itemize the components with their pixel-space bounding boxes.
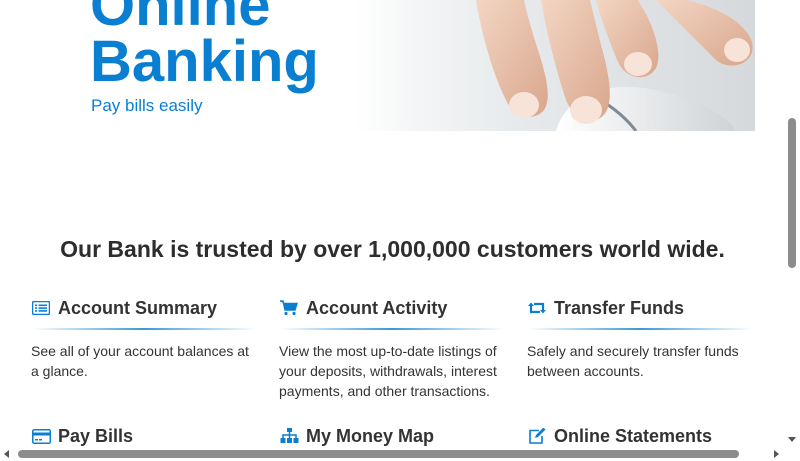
feature-title: Transfer Funds [554, 297, 685, 318]
feature-title: Pay Bills [58, 425, 134, 446]
feature-heading[interactable]: Pay Bills [31, 424, 257, 448]
credit-card-icon [31, 427, 51, 445]
feature-my-money-map: My Money Map [279, 424, 505, 448]
scroll-left-arrow-icon[interactable] [4, 450, 9, 458]
hero-subtitle: Pay bills easily [91, 96, 203, 115]
feature-heading[interactable]: Transfer Funds [527, 296, 753, 320]
feature-description: Safely and securely transfer funds betwe… [527, 343, 739, 379]
feature-description: See all of your account balances at a gl… [31, 343, 249, 379]
feature-heading[interactable]: Account Summary [31, 296, 257, 320]
divider [527, 328, 753, 330]
hero-title-line2: Banking [90, 29, 319, 94]
cart-icon [279, 299, 299, 317]
feature-transfer-funds: Transfer Funds Safely and securely trans… [527, 296, 753, 381]
hero-image [356, 0, 755, 131]
hand-on-mouse-photo [476, 0, 753, 131]
retweet-icon [527, 299, 547, 317]
trust-tagline: Our Bank is trusted by over 1,000,000 cu… [60, 236, 725, 262]
feature-heading[interactable]: Online Statements [527, 424, 753, 448]
list-card-icon [31, 299, 51, 317]
horizontal-scrollbar[interactable] [0, 446, 785, 461]
scroll-right-arrow-icon[interactable] [774, 450, 779, 458]
scrollbar-corner [785, 446, 800, 461]
edit-icon [527, 427, 547, 445]
feature-title: My Money Map [306, 425, 435, 446]
feature-heading[interactable]: My Money Map [279, 424, 505, 448]
feature-account-summary: Account Summary See all of your account … [31, 296, 257, 381]
vertical-scrollbar[interactable] [785, 0, 800, 446]
vertical-scrollbar-thumb[interactable] [788, 118, 796, 268]
feature-pay-bills: Pay Bills [31, 424, 257, 448]
divider [279, 328, 505, 330]
hero-title: Online Banking [90, 0, 319, 94]
horizontal-scrollbar-thumb[interactable] [18, 450, 739, 458]
feature-title: Account Activity [306, 297, 448, 318]
divider [31, 328, 257, 330]
feature-title: Account Summary [58, 297, 218, 318]
feature-heading[interactable]: Account Activity [279, 296, 505, 320]
feature-title: Online Statements [554, 425, 713, 446]
feature-online-statements: Online Statements [527, 424, 753, 448]
sitemap-icon [279, 427, 299, 445]
feature-account-activity: Account Activity View the most up-to-dat… [279, 296, 505, 401]
scroll-down-arrow-icon[interactable] [788, 437, 796, 442]
feature-description: View the most up-to-date listings of you… [279, 343, 497, 399]
